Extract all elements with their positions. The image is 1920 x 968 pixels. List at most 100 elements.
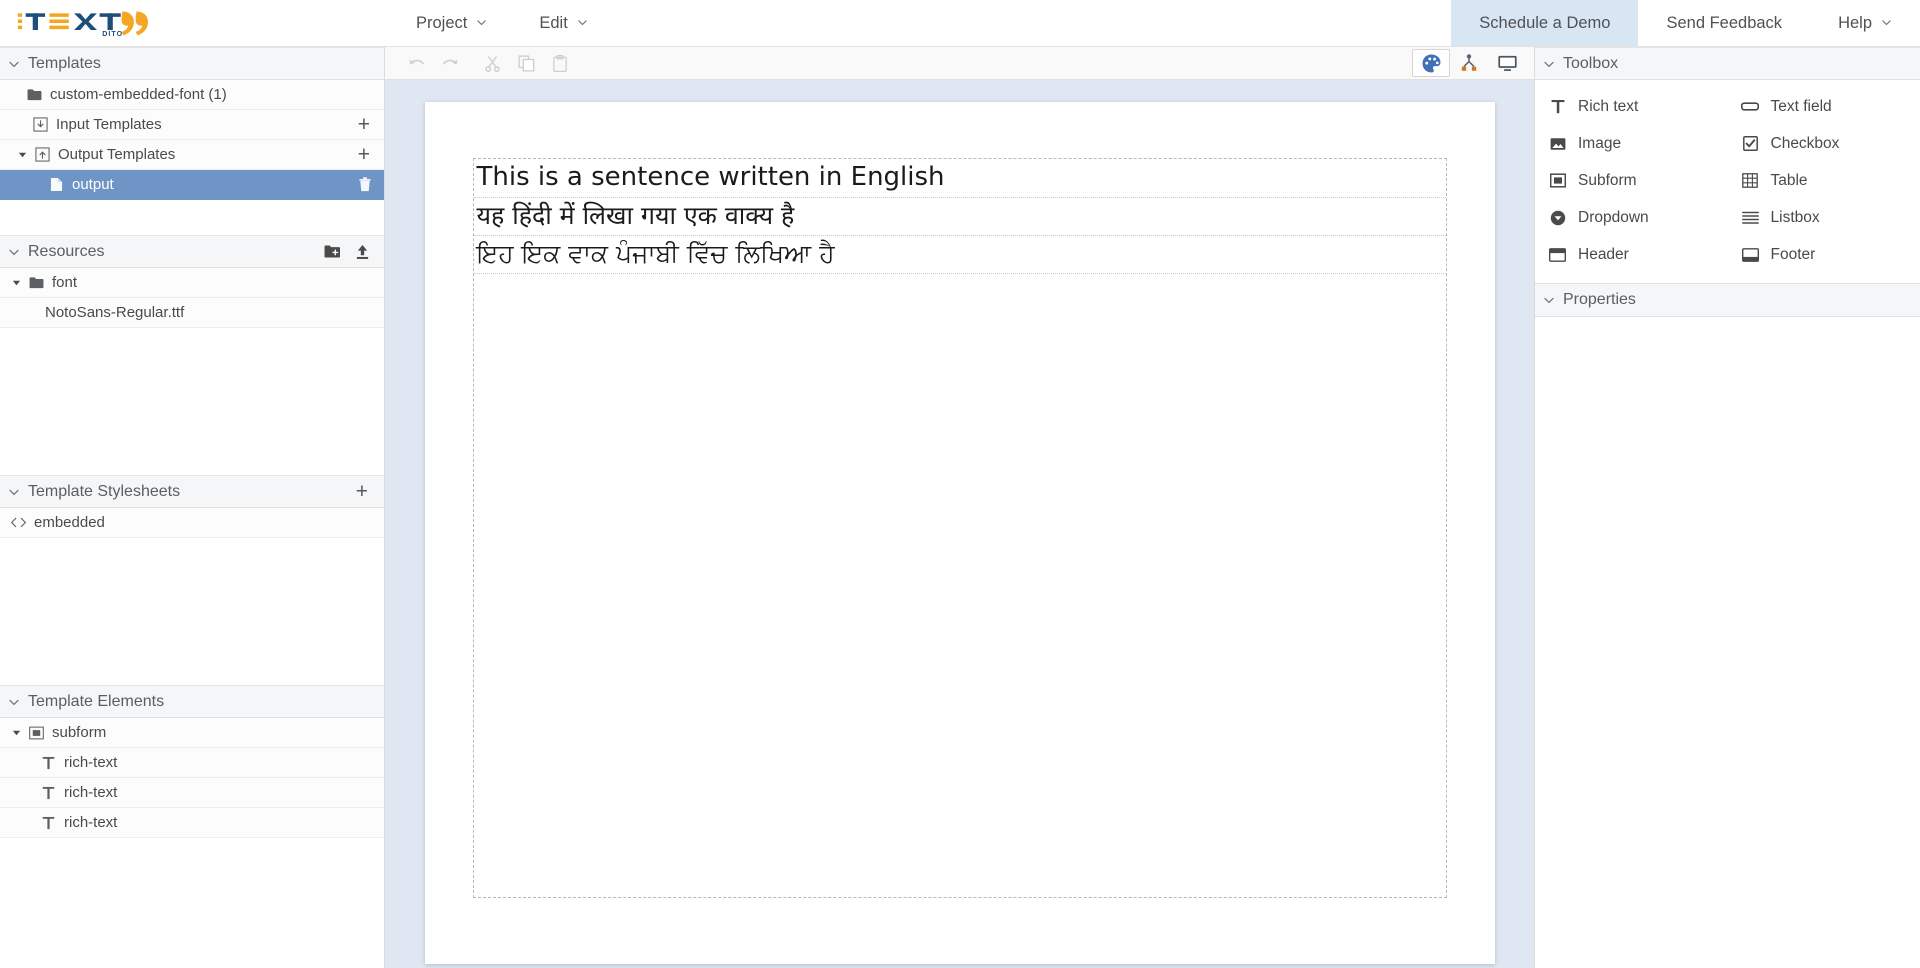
tree-row-output[interactable]: output [0, 170, 384, 200]
footer-icon [1741, 248, 1760, 262]
section-title-template-elements: Template Elements [28, 693, 370, 711]
design-view-icon[interactable] [1412, 49, 1450, 77]
section-header-properties[interactable]: Properties [1535, 284, 1920, 317]
tree-row-font-folder[interactable]: font [0, 268, 384, 298]
tree-row-rich-text-3[interactable]: rich-text [0, 808, 384, 838]
add-stylesheet-button[interactable]: + [354, 481, 370, 502]
output-template-icon [32, 147, 52, 162]
itext-dito-logo-icon: DITO [16, 8, 148, 38]
tree-row-project[interactable]: custom-embedded-font (1) [0, 80, 384, 110]
tool-subform[interactable]: Subform [1535, 162, 1728, 199]
canvas-subform[interactable]: This is a sentence written in English यह… [473, 158, 1447, 898]
tool-table-label: Table [1771, 172, 1808, 190]
tree-label-rich-text-1: rich-text [64, 754, 372, 771]
listbox-icon [1741, 211, 1760, 224]
tree-row-font-file[interactable]: NotoSans-Regular.ttf [0, 298, 384, 328]
text-icon [38, 756, 58, 770]
editor-toolbar [385, 47, 1534, 80]
app-root: DITO Project Edit Schedule a D [0, 0, 1920, 968]
redo-icon[interactable] [435, 50, 465, 77]
delete-output-button[interactable] [358, 177, 372, 192]
tool-image-label: Image [1578, 135, 1621, 153]
section-header-template-elements[interactable]: Template Elements [0, 685, 384, 718]
undo-icon[interactable] [401, 50, 431, 77]
clipboard-button-group [477, 50, 575, 77]
menu-project[interactable]: Project [390, 0, 513, 46]
section-header-template-stylesheets[interactable]: Template Stylesheets + [0, 475, 384, 508]
section-header-toolbox[interactable]: Toolbox [1535, 47, 1920, 80]
tool-subform-label: Subform [1578, 172, 1637, 190]
properties-content [1535, 317, 1920, 968]
folder-icon [24, 88, 44, 101]
image-icon [1548, 137, 1567, 151]
section-header-resources[interactable]: Resources [0, 235, 384, 268]
add-input-template-button[interactable]: + [356, 114, 372, 135]
editor-center: This is a sentence written in English यह… [385, 47, 1535, 968]
menu-edit-label: Edit [539, 14, 567, 33]
section-header-templates[interactable]: Templates [0, 47, 384, 80]
chevron-down-icon [8, 58, 20, 70]
new-folder-icon[interactable] [324, 244, 341, 259]
tree-label-rich-text-3: rich-text [64, 814, 372, 831]
tree-row-subform[interactable]: subform [0, 718, 384, 748]
view-mode-group [1412, 49, 1526, 77]
paste-icon[interactable] [545, 50, 575, 77]
tree-row-input-templates[interactable]: Input Templates + [0, 110, 384, 140]
chevron-down-icon [1543, 58, 1555, 70]
tool-footer[interactable]: Footer [1728, 236, 1920, 273]
add-output-template-button[interactable]: + [356, 144, 372, 165]
canvas-rich-text-punjabi[interactable]: ਇਹ ਇਕ ਵਾਕ ਪੰਜਾਬੀ ਵਿੱਚ ਲਿਖਿਆ ਹੈ [474, 236, 1446, 274]
tree-label-embedded-stylesheet: embedded [34, 514, 372, 531]
tool-listbox[interactable]: Listbox [1728, 199, 1920, 236]
tree-label-input-templates: Input Templates [56, 116, 356, 133]
section-title-resources: Resources [28, 243, 324, 261]
input-template-icon [30, 117, 50, 132]
tool-rich-text[interactable]: Rich text [1535, 88, 1728, 125]
help-menu[interactable]: Help [1810, 0, 1920, 46]
dropdown-icon [1548, 210, 1567, 226]
tool-image[interactable]: Image [1535, 125, 1728, 162]
tree-row-rich-text-1[interactable]: rich-text [0, 748, 384, 778]
textfield-icon [1741, 101, 1760, 112]
copy-icon[interactable] [511, 50, 541, 77]
toolbox-grid: Rich text Text field Image [1535, 80, 1920, 284]
tool-rich-text-label: Rich text [1578, 98, 1638, 116]
section-title-templates: Templates [28, 55, 370, 73]
left-sidebar: Templates custom-embedded-font (1) Input… [0, 47, 385, 968]
history-button-group [401, 50, 465, 77]
text-icon [38, 816, 58, 830]
canvas-rich-text-hindi[interactable]: यह हिंदी में लिखा गया एक वाक्य है [474, 198, 1446, 236]
tree-row-rich-text-2[interactable]: rich-text [0, 778, 384, 808]
tool-table[interactable]: Table [1728, 162, 1920, 199]
left-panel-filler [0, 838, 384, 968]
triangle-down-icon[interactable] [14, 150, 30, 159]
send-feedback-button[interactable]: Send Feedback [1638, 0, 1810, 46]
structure-view-icon[interactable] [1450, 49, 1488, 77]
canvas-rich-text-english[interactable]: This is a sentence written in English [474, 159, 1446, 198]
schedule-demo-button[interactable]: Schedule a Demo [1451, 0, 1638, 46]
tool-dropdown[interactable]: Dropdown [1535, 199, 1728, 236]
design-canvas[interactable]: This is a sentence written in English यह… [385, 80, 1534, 968]
subform-icon [26, 726, 46, 740]
header-icon [1548, 248, 1567, 262]
topbar-spacer [614, 0, 1452, 46]
cut-icon[interactable] [477, 50, 507, 77]
section-title-properties: Properties [1563, 291, 1906, 309]
tree-label-output-templates: Output Templates [58, 146, 356, 163]
triangle-down-icon[interactable] [8, 728, 24, 737]
document-page[interactable]: This is a sentence written in English यह… [425, 102, 1495, 964]
tool-header[interactable]: Header [1535, 236, 1728, 273]
tree-row-output-templates[interactable]: Output Templates + [0, 140, 384, 170]
tool-checkbox-label: Checkbox [1771, 135, 1840, 153]
preview-view-icon[interactable] [1488, 49, 1526, 77]
app-logo[interactable]: DITO [0, 0, 390, 46]
topbar-actions: Schedule a Demo Send Feedback Help [1451, 0, 1920, 46]
tree-row-embedded-stylesheet[interactable]: embedded [0, 508, 384, 538]
tool-text-field[interactable]: Text field [1728, 88, 1920, 125]
triangle-down-icon[interactable] [8, 278, 24, 287]
tree-label-output: output [72, 176, 358, 193]
table-icon [1741, 173, 1760, 188]
menu-edit[interactable]: Edit [513, 0, 613, 46]
upload-icon[interactable] [355, 244, 370, 260]
tool-checkbox[interactable]: Checkbox [1728, 125, 1920, 162]
